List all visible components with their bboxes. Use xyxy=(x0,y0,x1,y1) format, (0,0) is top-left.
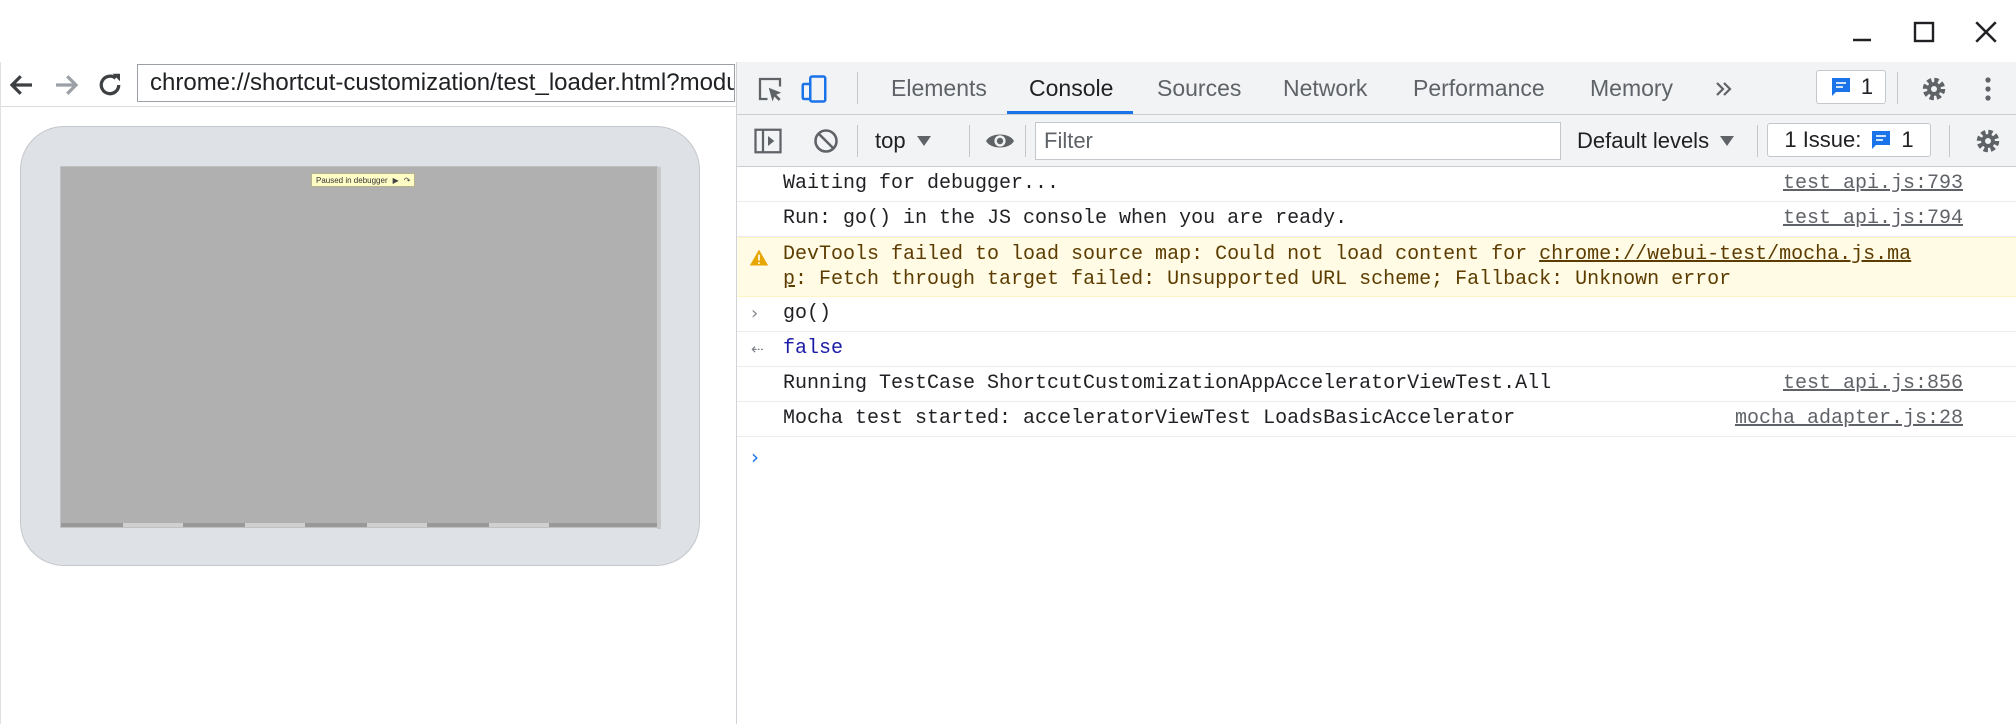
console-prompt[interactable]: › xyxy=(737,437,2016,477)
console-source-link[interactable]: mocha_adapter.js:28 xyxy=(1735,402,1963,436)
context-selector[interactable]: top xyxy=(875,123,932,159)
message-icon xyxy=(1831,78,1850,96)
back-arrow-icon[interactable] xyxy=(3,66,41,104)
messages-badge[interactable]: 1 xyxy=(1816,70,1886,104)
warning-icon xyxy=(749,249,769,266)
prompt-chevron-icon: › xyxy=(751,445,759,469)
screen-edge xyxy=(657,167,661,529)
console-result-value: false xyxy=(783,337,844,360)
filter-input[interactable]: Filter xyxy=(1035,122,1561,160)
issues-button[interactable]: 1 Issue: 1 xyxy=(1767,123,1931,157)
context-label: top xyxy=(875,128,906,153)
tab-elements[interactable]: Elements xyxy=(891,62,987,115)
source-map-link-tail[interactable]: p xyxy=(783,268,795,291)
issue-message-icon xyxy=(1872,131,1891,149)
console-source-link[interactable]: test_api.js:794 xyxy=(1783,202,1963,236)
console-toolbar: top Filter Default levels 1 Issue: 1 xyxy=(737,115,2016,167)
warning-text-suffix: : Fetch through target failed: Unsupport… xyxy=(795,268,1732,291)
console-source-link[interactable]: test_api.js:793 xyxy=(1783,167,1963,201)
dropdown-triangle-icon xyxy=(916,136,931,146)
console-result-row: ⇠ false xyxy=(737,332,2016,367)
toolbar-divider-2 xyxy=(969,125,970,157)
shelf-bar xyxy=(61,523,657,527)
result-arrow-icon: ⇠ xyxy=(751,340,764,358)
tab-sources[interactable]: Sources xyxy=(1157,62,1241,115)
navbar-divider xyxy=(1,106,737,107)
messages-count: 1 xyxy=(1860,74,1874,99)
console-warning: DevTools failed to load source map: Coul… xyxy=(737,237,2016,297)
devtools-panel: Elements Console Sources Network Perform… xyxy=(736,62,2016,724)
device-screen: Paused in debugger ▶ ↷ xyxy=(60,166,661,529)
toolbar-divider-4 xyxy=(1757,125,1758,157)
console-message: Running TestCase ShortcutCustomizationAp… xyxy=(737,367,2016,402)
source-map-link[interactable]: chrome://webui-test/mocha.js.ma xyxy=(1539,243,1911,266)
device-toolbar-icon[interactable] xyxy=(795,70,833,108)
issues-label: 1 Issue: xyxy=(1784,127,1862,152)
inspect-element-icon[interactable] xyxy=(751,70,789,108)
tab-performance[interactable]: Performance xyxy=(1413,62,1545,115)
paused-overlay: Paused in debugger ▶ ↷ xyxy=(311,173,416,187)
console-message-text: Mocha test started: acceleratorViewTest … xyxy=(783,407,1516,430)
issues-count: 1 xyxy=(1901,127,1914,152)
close-icon[interactable] xyxy=(1966,12,2006,52)
resume-icon[interactable]: ▶ xyxy=(393,176,399,185)
console-source-link[interactable]: test_api.js:856 xyxy=(1783,367,1963,401)
console-message-text: Running TestCase ShortcutCustomizationAp… xyxy=(783,372,1552,395)
window-titlebar xyxy=(0,0,2016,62)
step-over-icon[interactable]: ↷ xyxy=(404,176,411,185)
log-levels-dropdown[interactable]: Default levels xyxy=(1577,123,1735,159)
tab-console[interactable]: Console xyxy=(1029,62,1113,115)
console-output: Waiting for debugger... test_api.js:793 … xyxy=(737,167,2016,724)
more-tabs-icon[interactable] xyxy=(1705,70,1743,108)
levels-dropdown-icon xyxy=(1720,136,1735,146)
tab-memory[interactable]: Memory xyxy=(1590,62,1673,115)
reload-icon[interactable] xyxy=(91,66,129,104)
tabbar-divider-2 xyxy=(1897,72,1898,104)
console-input-text: go() xyxy=(783,302,832,325)
toolbar-divider xyxy=(857,125,858,157)
navigation-bar: chrome://shortcut-customization/test_loa… xyxy=(1,62,737,108)
clear-console-icon[interactable] xyxy=(807,122,845,160)
tab-network[interactable]: Network xyxy=(1283,62,1367,115)
address-bar[interactable]: chrome://shortcut-customization/test_loa… xyxy=(137,64,735,102)
forward-arrow-icon[interactable] xyxy=(47,66,85,104)
sidebar-toggle-icon[interactable] xyxy=(749,122,787,160)
log-levels-label: Default levels xyxy=(1577,128,1710,153)
maximize-icon[interactable] xyxy=(1904,12,1944,52)
toolbar-divider-5 xyxy=(1949,125,1950,157)
console-message-text: Run: go() in the JS console when you are… xyxy=(783,207,1348,230)
paused-label: Paused in debugger xyxy=(316,175,388,185)
console-input-row: › go() xyxy=(737,297,2016,332)
device-frame: Paused in debugger ▶ ↷ xyxy=(20,126,700,566)
console-message: Run: go() in the JS console when you are… xyxy=(737,202,2016,237)
warning-text: DevTools failed to load source map: Coul… xyxy=(783,243,1540,266)
console-message: Mocha test started: acceleratorViewTest … xyxy=(737,402,2016,437)
devtools-tabbar: Elements Console Sources Network Perform… xyxy=(737,62,2016,115)
page-pane: chrome://shortcut-customization/test_loa… xyxy=(0,62,737,724)
more-options-icon[interactable] xyxy=(1969,70,2007,108)
minimize-icon[interactable] xyxy=(1842,12,1882,52)
active-tab-indicator xyxy=(1007,111,1133,114)
settings-gear-icon[interactable] xyxy=(1915,70,1953,108)
console-message: Waiting for debugger... test_api.js:793 xyxy=(737,167,2016,202)
input-chevron-icon: › xyxy=(751,303,759,324)
console-message-text: Waiting for debugger... xyxy=(783,172,1060,195)
tabbar-divider xyxy=(857,72,858,104)
console-settings-gear-icon[interactable] xyxy=(1969,122,2007,160)
toolbar-divider-3 xyxy=(1025,125,1026,157)
live-expression-eye-icon[interactable] xyxy=(981,122,1019,160)
